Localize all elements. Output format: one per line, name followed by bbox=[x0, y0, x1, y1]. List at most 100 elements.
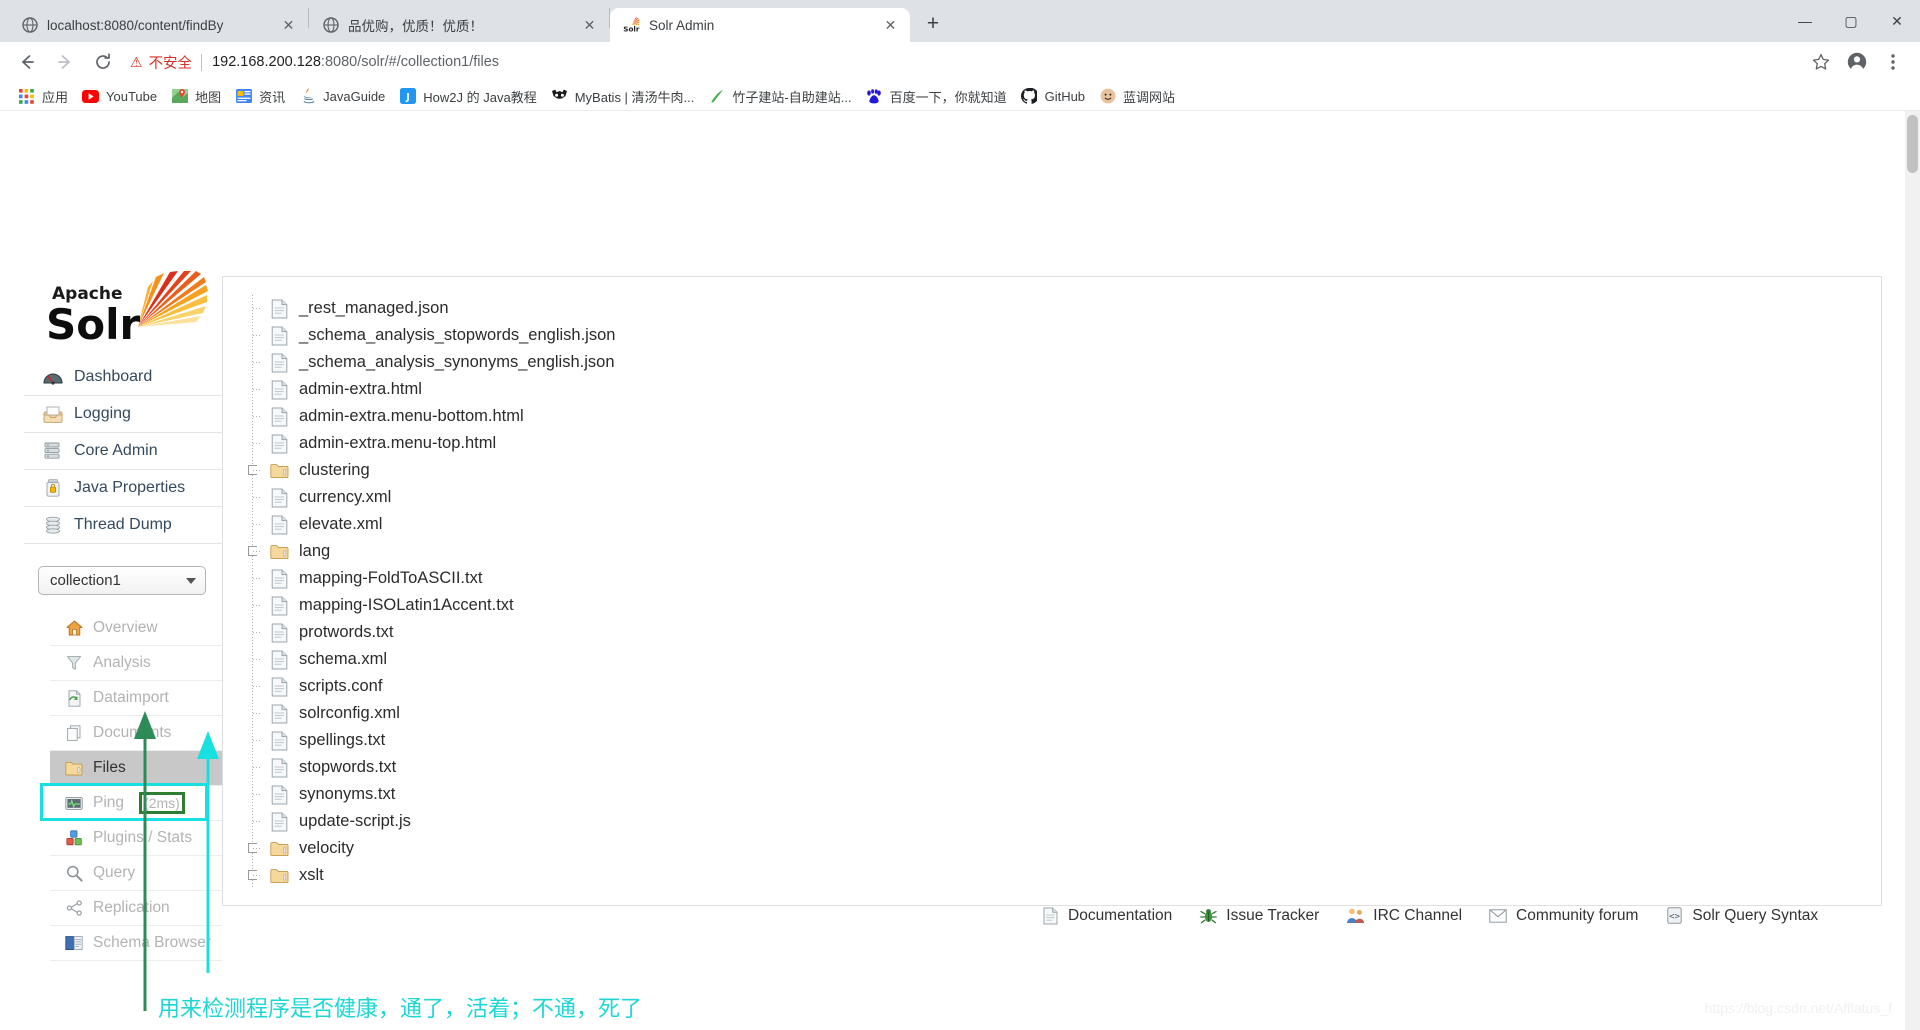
footer-link-irc-channel[interactable]: IRC Channel bbox=[1345, 906, 1462, 925]
expand-toggle-icon[interactable] bbox=[248, 546, 257, 556]
bookmark-mybatis[interactable]: MyBatis | 清汤牛肉... bbox=[545, 84, 703, 109]
file-tree-item[interactable]: admin-extra.html bbox=[249, 376, 1881, 403]
file-name: update-script.js bbox=[299, 812, 411, 830]
file-tree-item[interactable]: stopwords.txt bbox=[249, 754, 1881, 781]
solr-logo[interactable]: Apache Solr bbox=[38, 271, 208, 349]
file-tree-item[interactable]: _rest_managed.json bbox=[249, 295, 1881, 322]
file-tree-item[interactable]: spellings.txt bbox=[249, 727, 1881, 754]
bookmark-javaguide[interactable]: JavaGuide bbox=[293, 85, 393, 108]
file-tree-item[interactable]: elevate.xml bbox=[249, 511, 1881, 538]
browser-tab-2[interactable]: 品优购，优质！优质！ ✕ bbox=[309, 8, 609, 42]
browser-tab-1[interactable]: localhost:8080/content/findBy ✕ bbox=[8, 8, 308, 42]
file-name: admin-extra.menu-bottom.html bbox=[299, 407, 524, 425]
file-name: mapping-FoldToASCII.txt bbox=[299, 569, 483, 587]
bookmark-zhuzi[interactable]: 竹子建站-自助建站... bbox=[702, 84, 859, 109]
tree-guide bbox=[248, 862, 265, 889]
sidebar-item-schema-browser[interactable]: Schema Browser bbox=[50, 926, 222, 961]
tab-close-icon[interactable]: ✕ bbox=[881, 16, 900, 35]
file-tree-item[interactable]: admin-extra.menu-bottom.html bbox=[249, 403, 1881, 430]
tab-close-icon[interactable]: ✕ bbox=[279, 16, 298, 35]
sidebar-item-java-properties[interactable]: Java Properties bbox=[24, 470, 222, 507]
sidebar-item-query[interactable]: Query bbox=[50, 856, 222, 891]
file-tree-item[interactable]: clustering bbox=[248, 457, 1881, 484]
sidebar-item-thread-dump[interactable]: Thread Dump bbox=[24, 507, 222, 544]
chevron-down-icon bbox=[186, 577, 196, 584]
folder-name: xslt bbox=[299, 866, 324, 884]
file-tree-item[interactable]: update-script.js bbox=[249, 808, 1881, 835]
bookmark-label: 百度一下，你就知道 bbox=[889, 89, 1007, 105]
file-tree-item[interactable]: currency.xml bbox=[249, 484, 1881, 511]
sidebar-item-documents[interactable]: Documents bbox=[50, 716, 222, 751]
forward-button[interactable] bbox=[48, 45, 82, 79]
file-name: elevate.xml bbox=[299, 515, 383, 533]
sidebar-item-logging[interactable]: Logging bbox=[24, 396, 222, 433]
expand-toggle-icon[interactable] bbox=[248, 465, 257, 475]
magnifier-icon bbox=[64, 864, 84, 882]
funnel-icon bbox=[64, 654, 84, 672]
window-minimize-button[interactable]: — bbox=[1782, 0, 1828, 42]
sidebar-item-label: Files bbox=[93, 759, 126, 776]
file-tree-item[interactable]: _schema_analysis_stopwords_english.json bbox=[249, 322, 1881, 349]
security-indicator[interactable]: ⚠ 不安全 bbox=[130, 52, 192, 73]
file-tree-item[interactable]: protwords.txt bbox=[249, 619, 1881, 646]
chrome-menu-button[interactable] bbox=[1876, 45, 1910, 79]
footer-link-issue-tracker[interactable]: Issue Tracker bbox=[1198, 906, 1319, 925]
doc-icon bbox=[1040, 906, 1060, 925]
reload-button[interactable] bbox=[86, 45, 120, 79]
bookmark-apps[interactable]: 应用 bbox=[12, 84, 76, 109]
sidebar-item-dashboard[interactable]: Dashboard bbox=[24, 359, 222, 396]
window-maximize-button[interactable]: ▢ bbox=[1828, 0, 1874, 42]
bookmark-github[interactable]: GitHub bbox=[1015, 85, 1093, 108]
tree-guide bbox=[248, 538, 265, 565]
address-bar[interactable]: ⚠ 不安全 192.168.200.128:8080/solr/#/collec… bbox=[130, 48, 1796, 76]
bookmark-baidu[interactable]: 百度一下，你就知道 bbox=[860, 84, 1015, 109]
page-scrollbar[interactable] bbox=[1905, 111, 1920, 1030]
expand-toggle-icon[interactable] bbox=[248, 843, 257, 853]
file-tree-item[interactable]: mapping-ISOLatin1Accent.txt bbox=[249, 592, 1881, 619]
footer-link-label: Issue Tracker bbox=[1226, 906, 1320, 924]
sidebar-item-overview[interactable]: Overview bbox=[50, 611, 222, 646]
bookmark-landiao[interactable]: 蓝调网站 bbox=[1093, 84, 1183, 109]
file-tree-item[interactable]: xslt bbox=[248, 862, 1881, 889]
sidebar-item-analysis[interactable]: Analysis bbox=[50, 646, 222, 681]
file-tree-item[interactable]: _schema_analysis_synonyms_english.json bbox=[249, 349, 1881, 376]
sidebar-item-dataimport[interactable]: Dataimport bbox=[50, 681, 222, 716]
sidebar-item-files[interactable]: Files bbox=[50, 751, 222, 786]
tab-close-icon[interactable]: ✕ bbox=[580, 16, 599, 35]
maps-icon bbox=[171, 88, 188, 105]
sidebar-item-plugins-stats[interactable]: Plugins / Stats bbox=[50, 821, 222, 856]
file-tree-item[interactable]: velocity bbox=[248, 835, 1881, 862]
file-icon bbox=[268, 352, 291, 374]
expand-toggle-icon[interactable] bbox=[248, 870, 257, 880]
sidebar-item-replication[interactable]: Replication bbox=[50, 891, 222, 926]
file-tree-item[interactable]: synonyms.txt bbox=[249, 781, 1881, 808]
window-close-button[interactable]: ✕ bbox=[1874, 0, 1920, 42]
bookmark-maps[interactable]: 地图 bbox=[165, 84, 229, 109]
footer-link-solr-query-syntax[interactable]: <> Solr Query Syntax bbox=[1664, 906, 1818, 925]
file-tree-item[interactable]: schema.xml bbox=[249, 646, 1881, 673]
tab-title: Solr Admin bbox=[649, 17, 715, 33]
core-selector-dropdown[interactable]: collection1 bbox=[38, 566, 206, 595]
browser-tab-3-active[interactable]: Solr Solr Admin ✕ bbox=[610, 8, 910, 42]
footer-link-community-forum[interactable]: Community forum bbox=[1488, 906, 1638, 925]
file-tree-item[interactable]: solrconfig.xml bbox=[249, 700, 1881, 727]
file-name: stopwords.txt bbox=[299, 758, 397, 776]
bookmarks-bar: 应用 YouTube 地图 资讯 JavaGuide J How2J 的 Jav… bbox=[0, 82, 1920, 111]
footer-link-documentation[interactable]: Documentation bbox=[1040, 906, 1172, 925]
file-tree-item[interactable]: mapping-FoldToASCII.txt bbox=[249, 565, 1881, 592]
file-tree-item[interactable]: scripts.conf bbox=[249, 673, 1881, 700]
sidebar-item-core-admin[interactable]: Core Admin bbox=[24, 433, 222, 470]
profile-avatar[interactable] bbox=[1840, 45, 1874, 79]
bookmark-news[interactable]: 资讯 bbox=[229, 84, 293, 109]
bookmark-how2j[interactable]: J How2J 的 Java教程 bbox=[393, 84, 544, 109]
sidebar-item-ping[interactable]: Ping (2ms) bbox=[40, 783, 222, 821]
bookmark-star-icon[interactable] bbox=[1804, 45, 1838, 79]
new-tab-button[interactable]: + bbox=[918, 9, 948, 39]
file-tree-item[interactable]: admin-extra.menu-top.html bbox=[249, 430, 1881, 457]
globe-icon bbox=[322, 17, 339, 34]
sidebar-item-label: Java Properties bbox=[74, 479, 186, 496]
scrollbar-thumb[interactable] bbox=[1907, 115, 1918, 173]
bookmark-youtube[interactable]: YouTube bbox=[76, 85, 165, 108]
file-tree-item[interactable]: lang bbox=[248, 538, 1881, 565]
back-button[interactable] bbox=[10, 45, 44, 79]
